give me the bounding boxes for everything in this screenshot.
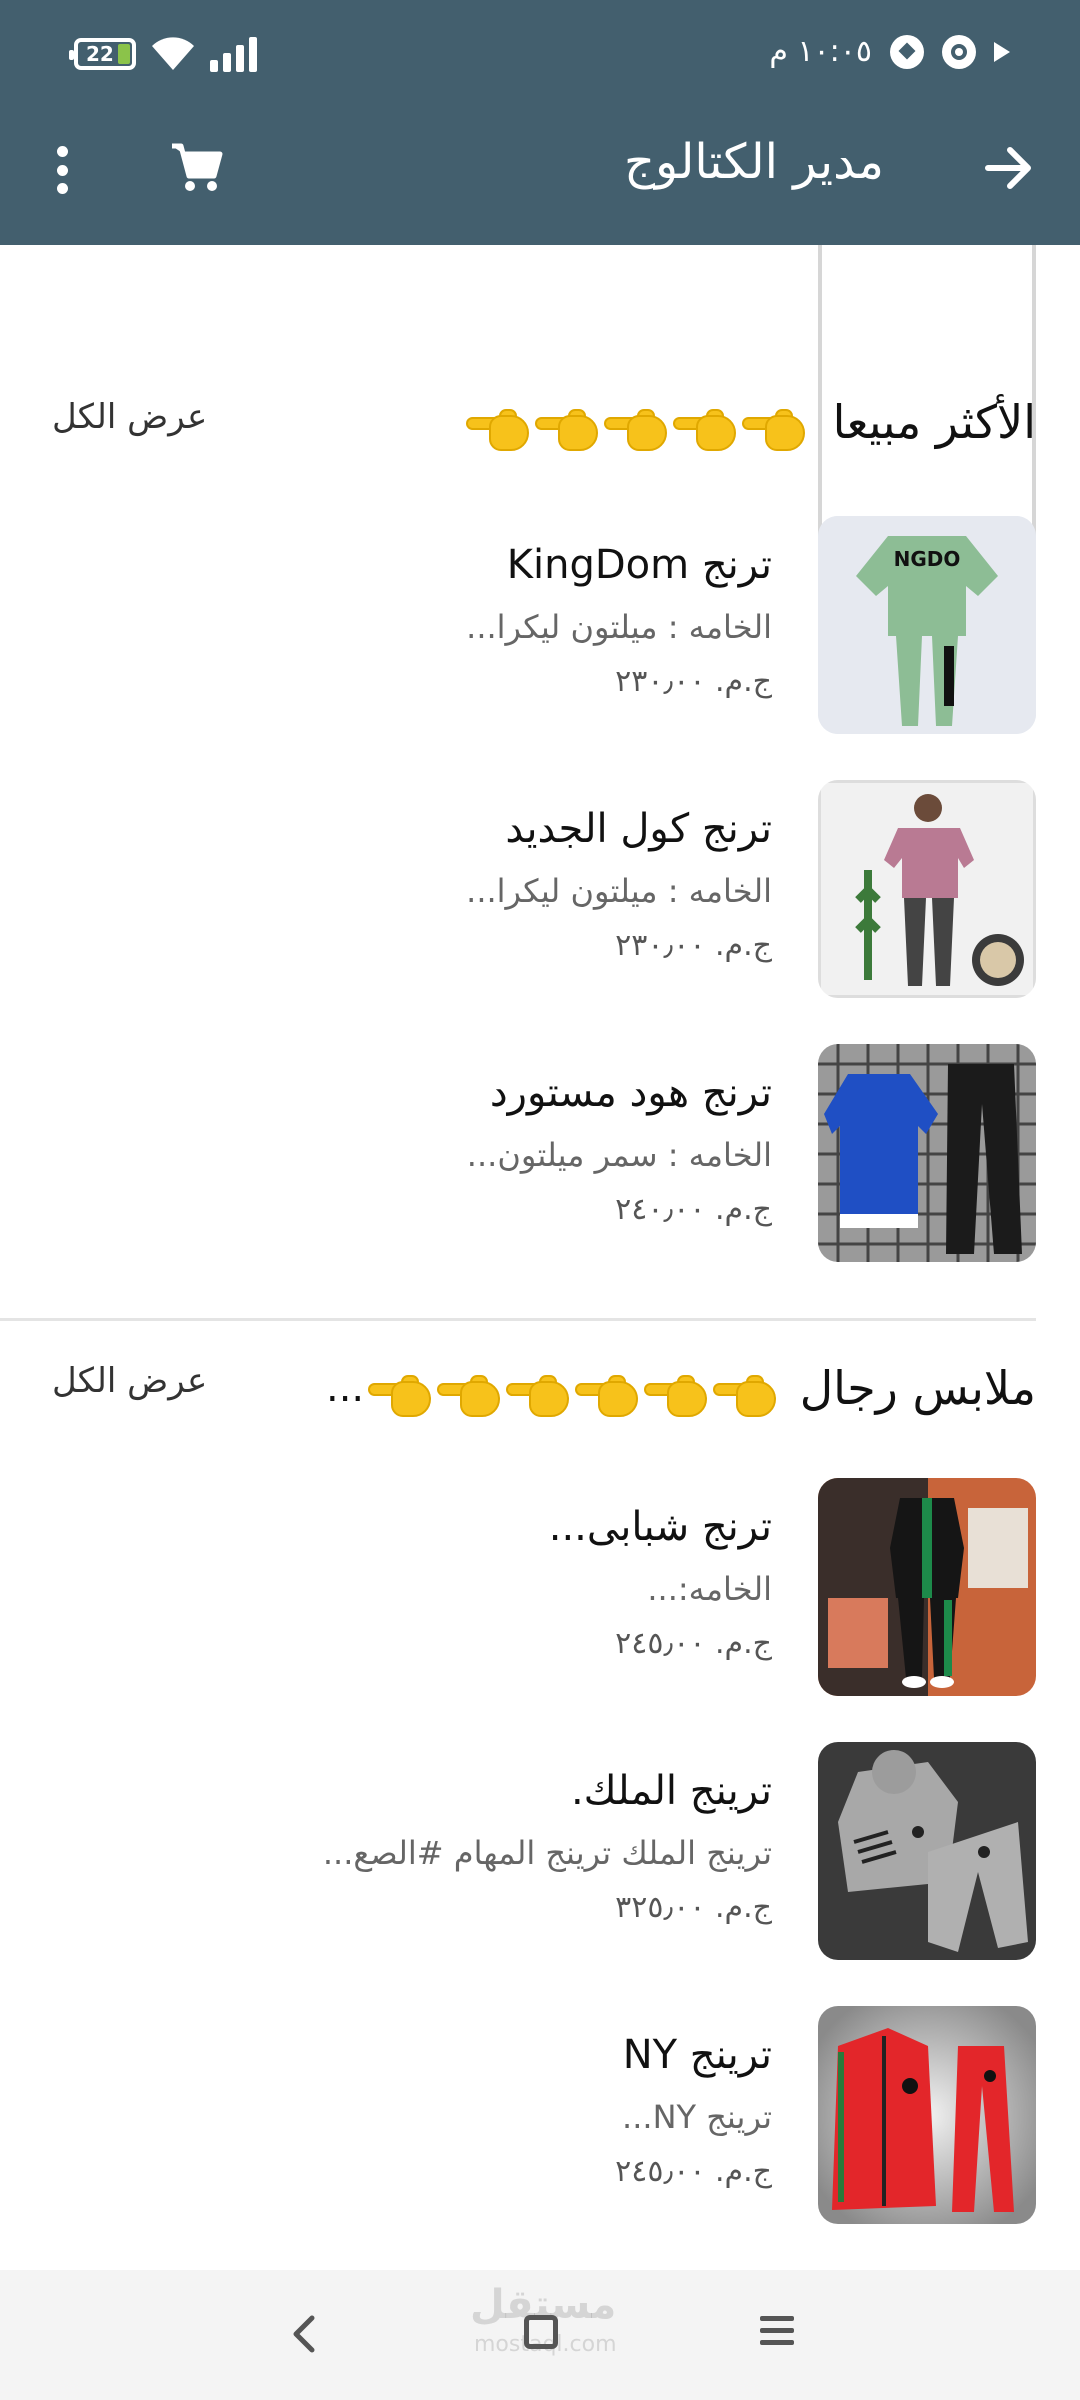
cart-icon[interactable] [168, 140, 224, 196]
product-name: ترنج كول الجديد [505, 806, 772, 852]
product-desc: ترينج NY... [622, 2098, 772, 2136]
more-vert-icon[interactable] [48, 140, 76, 200]
pointing-hand-icon [575, 1375, 638, 1419]
nav-recents-icon[interactable] [760, 2316, 794, 2345]
signal-icon [210, 37, 257, 72]
page-title: مدير الكتالوج [624, 134, 884, 190]
status-bar: 22 ١٠:٠٥ م [0, 28, 1080, 88]
product-name: ترنج KingDom [506, 542, 772, 588]
product-name: ترنج هود مستورد [489, 1070, 772, 1116]
product-name: ترينج الملك. [570, 1768, 772, 1814]
chrome-icon [942, 34, 976, 69]
battery-level: 22 [86, 42, 114, 66]
section-title: الأكثر مبيعا [832, 395, 1036, 449]
pointing-hand-icon [466, 409, 529, 453]
play-store-icon [994, 41, 1010, 62]
product-name: ترنج شبابى... [548, 1504, 772, 1550]
pointing-hand-icon [673, 409, 736, 453]
catalog-content[interactable]: الأكثر مبيعا عرض الكل NGDO ترنج KingDom … [0, 245, 1080, 2270]
product-desc: الخامه:... [647, 1570, 772, 1608]
product-price: ج.م. ٣٢٥٫٠٠ [615, 1890, 772, 1925]
product-price: ج.م. ٢٤٥٫٠٠ [615, 2154, 772, 2189]
soccer-ball-icon [890, 34, 924, 69]
section-divider [0, 1318, 1036, 1321]
svg-text:NGDO: NGDO [894, 547, 961, 571]
system-nav-bar: مستقل mostaql.com [0, 2270, 1080, 2400]
pointing-hand-icon [604, 409, 667, 453]
pointing-hand-icon [368, 1375, 431, 1419]
wifi-icon [152, 37, 194, 70]
nav-home-icon[interactable] [524, 2315, 558, 2349]
pointing-hand-icon [644, 1375, 707, 1419]
product-image: NGDO [818, 516, 1036, 734]
toolbar: مدير الكتالوج [0, 120, 1080, 220]
product-item[interactable]: ترنج كول الجديد الخامه : ميلتون ليكرا...… [44, 780, 1036, 998]
product-item[interactable]: ترينج الملك. ترينج الملك ترينج المهام #ا… [44, 1742, 1036, 1960]
product-desc: الخامه : ميلتون ليكرا... [466, 872, 772, 910]
product-desc: الخامه : ميلتون ليكرا... [466, 608, 772, 646]
product-item[interactable]: ترينج NY ترينج NY... ج.م. ٢٤٥٫٠٠ [44, 2006, 1036, 2224]
product-image [818, 780, 1036, 998]
pointing-hands [466, 409, 805, 453]
nav-back-icon[interactable] [290, 2314, 318, 2354]
product-image [818, 2006, 1036, 2224]
pointing-hand-icon [437, 1375, 500, 1419]
product-item[interactable]: NGDO ترنج KingDom الخامه : ميلتون ليكرا.… [44, 516, 1036, 734]
product-price: ج.م. ٢٤٥٫٠٠ [615, 1626, 772, 1661]
product-desc: ترينج الملك ترينج المهام #الصع... [322, 1834, 772, 1872]
back-arrow-icon[interactable] [978, 138, 1038, 198]
pointing-hand-icon [713, 1375, 776, 1419]
pointing-hand-icon [742, 409, 805, 453]
product-image [818, 1742, 1036, 1960]
pointing-hand-icon [535, 409, 598, 453]
product-item[interactable]: ترنج هود مستورد الخامه : سمر ميلتون... ج… [44, 1044, 1036, 1262]
view-all-link[interactable]: عرض الكل [52, 397, 207, 437]
title-ellipsis: ... [326, 1365, 365, 1411]
view-all-link[interactable]: عرض الكل [52, 1361, 207, 1401]
product-image [818, 1478, 1036, 1696]
pointing-hand-icon [506, 1375, 569, 1419]
status-time: ١٠:٠٥ م [769, 34, 872, 69]
product-name: ترينج NY [622, 2032, 772, 2078]
battery-icon: 22 [69, 38, 136, 70]
pointing-hands [368, 1375, 776, 1419]
app-bar: 22 ١٠:٠٥ م مدير الكتالوج [0, 0, 1080, 245]
product-image [818, 1044, 1036, 1262]
product-desc: الخامه : سمر ميلتون... [466, 1136, 772, 1174]
product-price: ج.م. ٢٣٠٫٠٠ [615, 928, 772, 963]
product-item[interactable]: ترنج شبابى... الخامه:... ج.م. ٢٤٥٫٠٠ [44, 1478, 1036, 1696]
section-title: ملابس رجال [799, 1361, 1036, 1415]
product-price: ج.م. ٢٣٠٫٠٠ [615, 664, 772, 699]
product-price: ج.م. ٢٤٠٫٠٠ [615, 1192, 772, 1227]
